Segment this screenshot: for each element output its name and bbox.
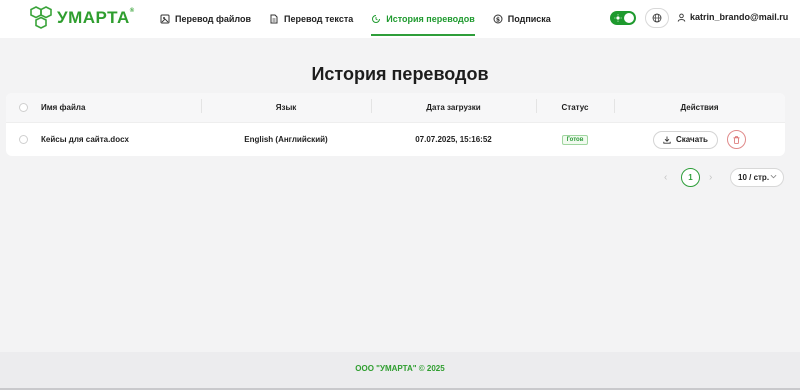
page-button-current[interactable]: 1 <box>681 168 700 187</box>
logo[interactable]: УМАРТА ® <box>30 6 135 30</box>
document-icon <box>269 14 279 24</box>
download-label: Скачать <box>676 135 708 144</box>
select-all-cell <box>6 103 41 112</box>
globe-icon <box>652 13 662 23</box>
download-button[interactable]: Скачать <box>653 130 718 149</box>
delete-button[interactable] <box>726 130 746 149</box>
row-checkbox[interactable] <box>19 135 28 144</box>
hexagon-logo-icon <box>30 6 52 29</box>
status-cell: Готов <box>536 134 614 145</box>
nav-item-label: Перевод файлов <box>175 14 252 24</box>
file-name: Кейсы для сайта.docx <box>41 135 129 144</box>
column-header-date: Дата загрузки <box>371 99 536 113</box>
user-menu[interactable]: katrin_brando@mail.ru <box>677 12 788 22</box>
upload-date: 07.07.2025, 15:16:52 <box>415 135 492 144</box>
file-language: English (Английский) <box>244 135 328 144</box>
page-size-value: 10 / стр. <box>738 173 770 182</box>
column-header-status: Статус <box>536 99 614 113</box>
trash-icon <box>733 135 740 144</box>
top-header: УМАРТА ® Перевод файлов Перевод текста Ис… <box>0 0 800 38</box>
table-header: Имя файла Язык Дата загрузки Статус Дейс… <box>6 93 785 123</box>
nav-item-subscription[interactable]: $ Подписка <box>493 0 551 38</box>
nav-item-text-translation[interactable]: Перевод текста <box>269 0 353 38</box>
table-row: Кейсы для сайта.docx English (Английский… <box>6 123 785 156</box>
language-button[interactable] <box>645 8 669 28</box>
sun-icon <box>614 14 622 22</box>
column-header-actions: Действия <box>614 99 785 113</box>
nav-item-history[interactable]: История переводов <box>371 0 475 38</box>
footer-text: ООО "УМАРТА" © 2025 <box>355 364 445 373</box>
select-all-checkbox[interactable] <box>19 103 28 112</box>
actions-cell: Скачать <box>614 130 785 149</box>
row-select-cell <box>6 135 41 144</box>
nav-item-label: Перевод текста <box>284 14 354 24</box>
download-icon <box>663 136 671 144</box>
theme-toggle[interactable] <box>610 11 636 25</box>
column-header-language: Язык <box>201 99 371 113</box>
dollar-icon: $ <box>493 14 503 24</box>
file-image-icon <box>160 14 170 24</box>
svg-text:$: $ <box>496 16 500 23</box>
chevron-down-icon <box>770 174 777 179</box>
column-header-file: Имя файла <box>41 103 86 112</box>
main-nav: Перевод файлов Перевод текста История пе… <box>160 0 569 38</box>
user-icon <box>677 13 686 22</box>
logo-text: УМАРТА ® <box>57 8 135 27</box>
chevron-left-icon[interactable]: ‹ <box>664 172 667 183</box>
page-size-select[interactable]: 10 / стр. <box>730 168 784 187</box>
nav-item-file-translation[interactable]: Перевод файлов <box>160 0 251 38</box>
nav-item-label: Подписка <box>507 14 551 24</box>
user-email: katrin_brando@mail.ru <box>690 12 789 22</box>
pagination: ‹ 1 › 10 / стр. <box>0 168 800 188</box>
nav-item-label: История переводов <box>386 14 475 24</box>
history-icon <box>371 14 381 24</box>
toggle-knob <box>624 13 634 23</box>
status-badge: Готов <box>561 134 589 145</box>
history-table: Имя файла Язык Дата загрузки Статус Дейс… <box>6 93 785 156</box>
chevron-right-icon[interactable]: › <box>709 172 712 183</box>
page-title: История переводов <box>311 64 489 84</box>
